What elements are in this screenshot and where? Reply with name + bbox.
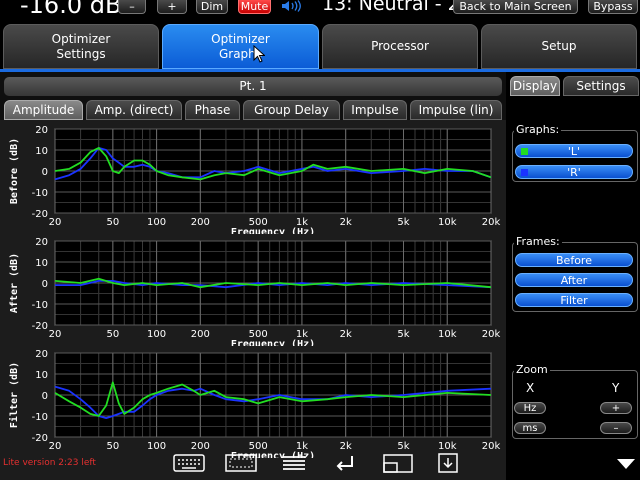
y-tick-label: -10 xyxy=(32,300,48,311)
x-tick-label: 100 xyxy=(147,441,166,452)
bypass-button[interactable]: Bypass xyxy=(588,0,638,14)
x-tick-label: 20k xyxy=(482,329,501,340)
speaker-icon[interactable] xyxy=(281,0,303,12)
y-tick-label: -10 xyxy=(32,188,48,199)
x-tick-label: 10k xyxy=(438,217,457,228)
tab-impulse-lin[interactable]: Impulse (lin) xyxy=(410,100,502,120)
x-tick-label: 200 xyxy=(191,217,210,228)
zoom-y-in-button[interactable]: + xyxy=(600,402,632,414)
graph-r-toggle[interactable]: 'R' xyxy=(515,165,633,179)
x-tick-label: 200 xyxy=(191,329,210,340)
y-axis-label: Before (dB) xyxy=(9,138,20,204)
volume-up-button[interactable]: + xyxy=(157,0,187,14)
x-axis-label: Frequency (Hz) xyxy=(231,339,315,346)
y-tick-label: 10 xyxy=(35,370,48,381)
series-color-swatch xyxy=(521,169,528,176)
volume-down-button[interactable]: – xyxy=(118,0,146,14)
exit-icon[interactable] xyxy=(436,452,460,474)
chevron-down-icon[interactable] xyxy=(616,458,636,470)
y-tick-label: 0 xyxy=(42,391,48,402)
tab-label: Setup xyxy=(541,39,577,53)
x-tick-label: 200 xyxy=(191,441,210,452)
filter-chart[interactable]: 20100-10-2020 50 100 200 500 1k 2k 5k 10k 20kFreq… xyxy=(0,346,506,458)
y-tick-label: 20 xyxy=(35,237,48,248)
zoom-group-label: Zoom xyxy=(514,363,550,376)
x-tick-label: 100 xyxy=(147,217,166,228)
y-axis-label: After (dB) xyxy=(9,253,20,313)
x-tick-label: 50 xyxy=(106,329,119,340)
frame-filter-toggle[interactable]: Filter xyxy=(515,293,633,307)
frames-group-label: Frames: xyxy=(514,235,562,248)
tab-settings[interactable]: Settings xyxy=(563,76,639,96)
tab-setup[interactable]: Setup xyxy=(481,24,637,69)
lite-version-status: Lite version 2:23 left xyxy=(3,458,96,468)
x-tick-label: 5k xyxy=(397,217,409,228)
zoom-y-out-button[interactable]: – xyxy=(600,422,632,434)
x-tick-label: 20 xyxy=(49,441,62,452)
graphs-group-label: Graphs: xyxy=(514,123,562,136)
y-tick-label: 20 xyxy=(35,349,48,360)
return-icon[interactable] xyxy=(334,452,358,474)
x-tick-label: 20k xyxy=(482,217,501,228)
x-tick-label: 2k xyxy=(340,217,352,228)
graph-r-label: 'R' xyxy=(567,166,581,179)
y-tick-label: 10 xyxy=(35,258,48,269)
x-tick-label: 10k xyxy=(438,441,457,452)
y-tick-label: 20 xyxy=(35,125,48,136)
volume-readout: -16.0 dB xyxy=(20,0,122,19)
tab-label: Optimizer Settings xyxy=(51,31,111,61)
after-chart[interactable]: 20100-10-2020 50 100 200 500 1k 2k 5k 10k 20kFreq… xyxy=(0,234,506,346)
zoom-hz-button[interactable]: Hz xyxy=(514,402,546,414)
tab-processor[interactable]: Processor xyxy=(322,24,478,69)
keyboard-icon[interactable] xyxy=(173,452,205,474)
series-color-swatch xyxy=(521,148,528,155)
y-tick-label: 10 xyxy=(35,146,48,157)
tab-label: Processor xyxy=(371,39,429,53)
tab-amplitude[interactable]: Amplitude xyxy=(4,100,83,120)
mouse-cursor-icon xyxy=(253,45,265,63)
tab-display[interactable]: Display xyxy=(510,76,560,96)
frame-after-toggle[interactable]: After xyxy=(515,273,633,287)
tab-optimizer-graphs[interactable]: Optimizer Graphs xyxy=(162,24,319,69)
x-tick-label: 20 xyxy=(49,329,62,340)
tab-amp-direct[interactable]: Amp. (direct) xyxy=(86,100,182,120)
before-chart[interactable]: 20100-10-2020 50 100 200 500 1k 2k 5k 10k 20kFreq… xyxy=(0,122,506,234)
x-axis-label: Frequency (Hz) xyxy=(231,227,315,234)
x-tick-label: 10k xyxy=(438,329,457,340)
zoom-x-label: X xyxy=(526,381,535,395)
y-tick-label: -20 xyxy=(32,209,48,220)
point-header[interactable]: Pt. 1 xyxy=(4,77,502,96)
tab-impulse[interactable]: Impulse xyxy=(343,100,407,120)
zoom-y-label: Y xyxy=(612,381,620,395)
list-icon[interactable] xyxy=(280,452,308,474)
x-tick-label: 20k xyxy=(482,441,501,452)
back-to-main-button[interactable]: Back to Main Screen xyxy=(453,0,578,14)
dim-button[interactable]: Dim xyxy=(196,0,228,14)
y-tick-label: -10 xyxy=(32,412,48,423)
y-tick-label: -20 xyxy=(32,433,48,444)
graph-l-toggle[interactable]: 'L' xyxy=(515,144,633,158)
window-resize-icon[interactable] xyxy=(382,452,414,474)
x-tick-label: 2k xyxy=(340,441,352,452)
tab-group-delay[interactable]: Group Delay xyxy=(243,100,340,120)
x-tick-label: 5k xyxy=(397,329,409,340)
x-tick-label: 100 xyxy=(147,329,166,340)
top-bar: -16.0 dB – + Dim Mute 13: Neutral - 2.0 … xyxy=(0,0,640,20)
x-tick-label: 50 xyxy=(106,441,119,452)
tab-phase[interactable]: Phase xyxy=(185,100,240,120)
tab-optimizer-settings[interactable]: Optimizer Settings xyxy=(3,24,159,69)
y-tick-label: -20 xyxy=(32,321,48,332)
y-tick-label: 0 xyxy=(42,279,48,290)
mute-button[interactable]: Mute xyxy=(238,0,271,14)
x-tick-label: 2k xyxy=(340,329,352,340)
fullscreen-icon[interactable] xyxy=(225,452,257,474)
x-tick-label: 50 xyxy=(106,217,119,228)
frame-before-toggle[interactable]: Before xyxy=(515,253,633,267)
x-tick-label: 5k xyxy=(397,441,409,452)
y-tick-label: 0 xyxy=(42,167,48,178)
x-tick-label: 20 xyxy=(49,217,62,228)
graph-l-label: 'L' xyxy=(567,145,581,158)
y-axis-label: Filter (dB) xyxy=(8,362,20,428)
zoom-ms-button[interactable]: ms xyxy=(514,422,546,434)
